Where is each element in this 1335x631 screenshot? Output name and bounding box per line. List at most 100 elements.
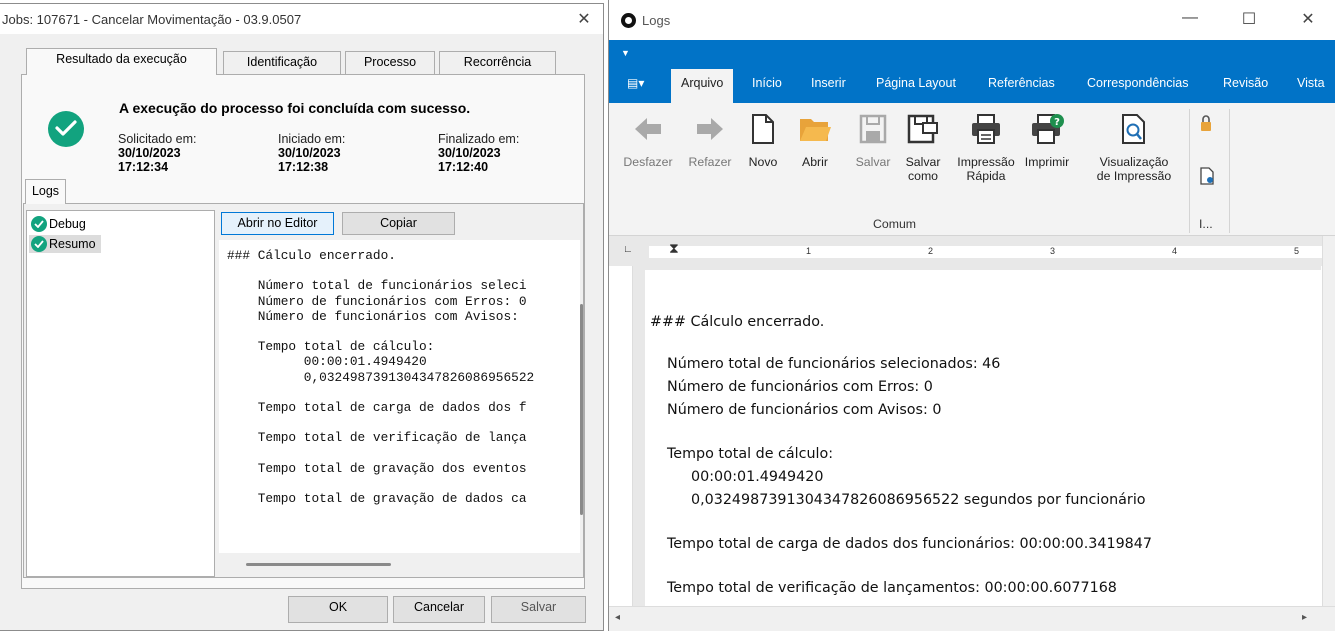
ruler-mark: 1	[806, 246, 812, 256]
group-label-short: I...	[1199, 217, 1213, 231]
tab-revisao[interactable]: Revisão	[1223, 76, 1268, 90]
log-horizontal-scrollbar[interactable]	[246, 563, 391, 566]
close-icon[interactable]: ✕	[1293, 9, 1323, 29]
finished-date: 30/10/2023	[438, 146, 501, 160]
tree-item-debug[interactable]: Debug	[29, 215, 179, 233]
save-button[interactable]: Salvar	[491, 596, 586, 623]
ruler-mark: 2	[928, 246, 934, 256]
window-titlebar: Logs — ☐ ✕	[609, 0, 1335, 40]
tab-arquivo[interactable]: Arquivo	[671, 69, 734, 103]
horizontal-ruler-bar: ∟ ⧗ 1 2 3 4 5	[609, 236, 1335, 266]
group-label-comum: Comum	[873, 217, 917, 231]
minimize-icon[interactable]: —	[1175, 9, 1205, 27]
started-info: Iniciado em: 30/10/2023 17:12:38	[278, 132, 345, 174]
print-preview-label-line1: Visualização	[1099, 155, 1169, 169]
doc-line: 00:00:01.4949420	[691, 469, 824, 485]
doc-line: ### Cálculo encerrado.	[650, 314, 825, 330]
log-tree: Debug Resumo	[26, 210, 215, 577]
app-menu-button[interactable]: ▤▾	[627, 76, 644, 90]
document-settings-button[interactable]	[1197, 167, 1217, 188]
log-vertical-scrollbar[interactable]	[580, 304, 583, 515]
open-button[interactable]: Abrir	[797, 113, 833, 169]
redo-label: Refazer	[688, 155, 732, 169]
tab-inserir[interactable]: Inserir	[811, 76, 846, 90]
document-area[interactable]: ### Cálculo encerrado. Número total de f…	[633, 266, 1321, 606]
dialog-titlebar: Jobs: 107671 - Cancelar Movimentação - 0…	[0, 4, 603, 34]
dialog-title: Jobs: 107671 - Cancelar Movimentação - 0…	[2, 12, 302, 27]
undo-icon	[621, 113, 675, 145]
save-as-button[interactable]: Salvar como	[903, 113, 943, 183]
save-as-icon	[903, 113, 943, 145]
ribbon: Desfazer Refazer Novo Abrir Salvar Salva…	[609, 103, 1335, 236]
document-page[interactable]: ### Cálculo encerrado. Número total de f…	[645, 270, 1321, 606]
scroll-right-icon[interactable]: ▸	[1302, 612, 1307, 623]
doc-line: Tempo total de verificação de lançamento…	[667, 580, 1117, 596]
new-document-icon	[743, 113, 783, 145]
finished-time: 17:12:40	[438, 160, 489, 174]
ruler-mark: 4	[1172, 246, 1178, 256]
tree-item-resumo[interactable]: Resumo	[29, 235, 101, 253]
document-vertical-scrollbar[interactable]	[1322, 236, 1335, 606]
print-preview-button[interactable]: Visualização de Impressão	[1091, 113, 1177, 183]
quick-print-label-line2: Rápida	[966, 169, 1006, 183]
tab-recorrencia[interactable]: Recorrência	[439, 51, 556, 74]
ok-button[interactable]: OK	[288, 596, 388, 623]
tree-item-label: Resumo	[49, 237, 96, 251]
window-title: Logs	[642, 13, 671, 28]
new-button[interactable]: Novo	[743, 113, 783, 169]
tab-correspondencias[interactable]: Correspondências	[1087, 76, 1188, 90]
quick-print-label-line1: Impressão	[957, 155, 1015, 169]
tab-inicio[interactable]: Início	[752, 76, 782, 90]
folder-icon	[797, 113, 833, 145]
tab-identificacao[interactable]: Identificação	[223, 51, 341, 74]
app-icon	[621, 13, 636, 28]
success-check-icon	[31, 236, 47, 252]
scroll-left-icon[interactable]: ◂	[615, 612, 620, 623]
started-time: 17:12:38	[278, 160, 329, 174]
logs-panel: Debug Resumo Abrir no Editor Copiar ### …	[23, 203, 584, 578]
requested-label: Solicitado em:	[118, 132, 197, 146]
quick-print-button[interactable]: Impressão Rápida	[956, 113, 1016, 183]
tab-resultado[interactable]: Resultado da execução	[26, 48, 217, 75]
redo-button[interactable]: Refazer	[683, 113, 737, 169]
logs-window: Logs — ☐ ✕ ▼ ▤▾ Arquivo Início Inserir P…	[608, 0, 1335, 631]
maximize-icon[interactable]: ☐	[1234, 9, 1264, 29]
group-separator	[1189, 109, 1190, 233]
print-label: Imprimir	[1024, 155, 1070, 169]
close-icon[interactable]: ✕	[575, 9, 593, 29]
horizontal-ruler[interactable]: ⧗ 1 2 3 4 5	[649, 240, 1322, 258]
undo-button[interactable]: Desfazer	[621, 113, 675, 169]
save-as-label-line1: Salvar	[905, 155, 941, 169]
tree-item-label: Debug	[49, 217, 86, 231]
save-button[interactable]: Salvar	[853, 113, 893, 169]
job-dialog: Jobs: 107671 - Cancelar Movimentação - 0…	[0, 3, 604, 631]
indent-marker-icon[interactable]: ⧗	[669, 240, 679, 257]
print-button[interactable]: ? Imprimir	[1021, 113, 1073, 169]
copy-button[interactable]: Copiar	[342, 212, 455, 235]
tab-logs[interactable]: Logs	[25, 179, 66, 204]
tab-processo[interactable]: Processo	[345, 51, 435, 74]
dialog-tabs: Resultado da execução Identificação Proc…	[26, 48, 556, 75]
protect-button[interactable]	[1197, 115, 1217, 136]
doc-line: Número total de funcionários selecionado…	[667, 356, 1001, 372]
tab-stop-icon[interactable]: ∟	[623, 244, 633, 255]
ruler-mark: 5	[1294, 246, 1300, 256]
print-preview-icon	[1091, 113, 1177, 145]
print-options-icon: ?	[1021, 113, 1073, 145]
result-panel: A execução do processo foi concluída com…	[21, 74, 585, 589]
quick-access-dropdown-icon[interactable]: ▼	[621, 48, 630, 58]
started-date: 30/10/2023	[278, 146, 341, 160]
open-editor-button[interactable]: Abrir no Editor	[221, 212, 334, 235]
tab-pagina-layout[interactable]: Página Layout	[876, 76, 956, 90]
cancel-button[interactable]: Cancelar	[393, 596, 485, 623]
redo-icon	[683, 113, 737, 145]
new-label: Novo	[748, 155, 778, 169]
document-gear-icon	[1200, 167, 1214, 185]
doc-line: Tempo total de cálculo:	[667, 446, 834, 462]
tab-referencias[interactable]: Referências	[988, 76, 1055, 90]
log-text-area[interactable]: ### Cálculo encerrado. Número total de f…	[219, 240, 580, 553]
document-horizontal-scrollbar[interactable]: ◂ ▸	[609, 606, 1335, 631]
print-preview-label-line2: de Impressão	[1096, 169, 1172, 183]
tab-vista[interactable]: Vista	[1297, 76, 1325, 90]
doc-line: Número de funcionários com Erros: 0	[667, 379, 933, 395]
